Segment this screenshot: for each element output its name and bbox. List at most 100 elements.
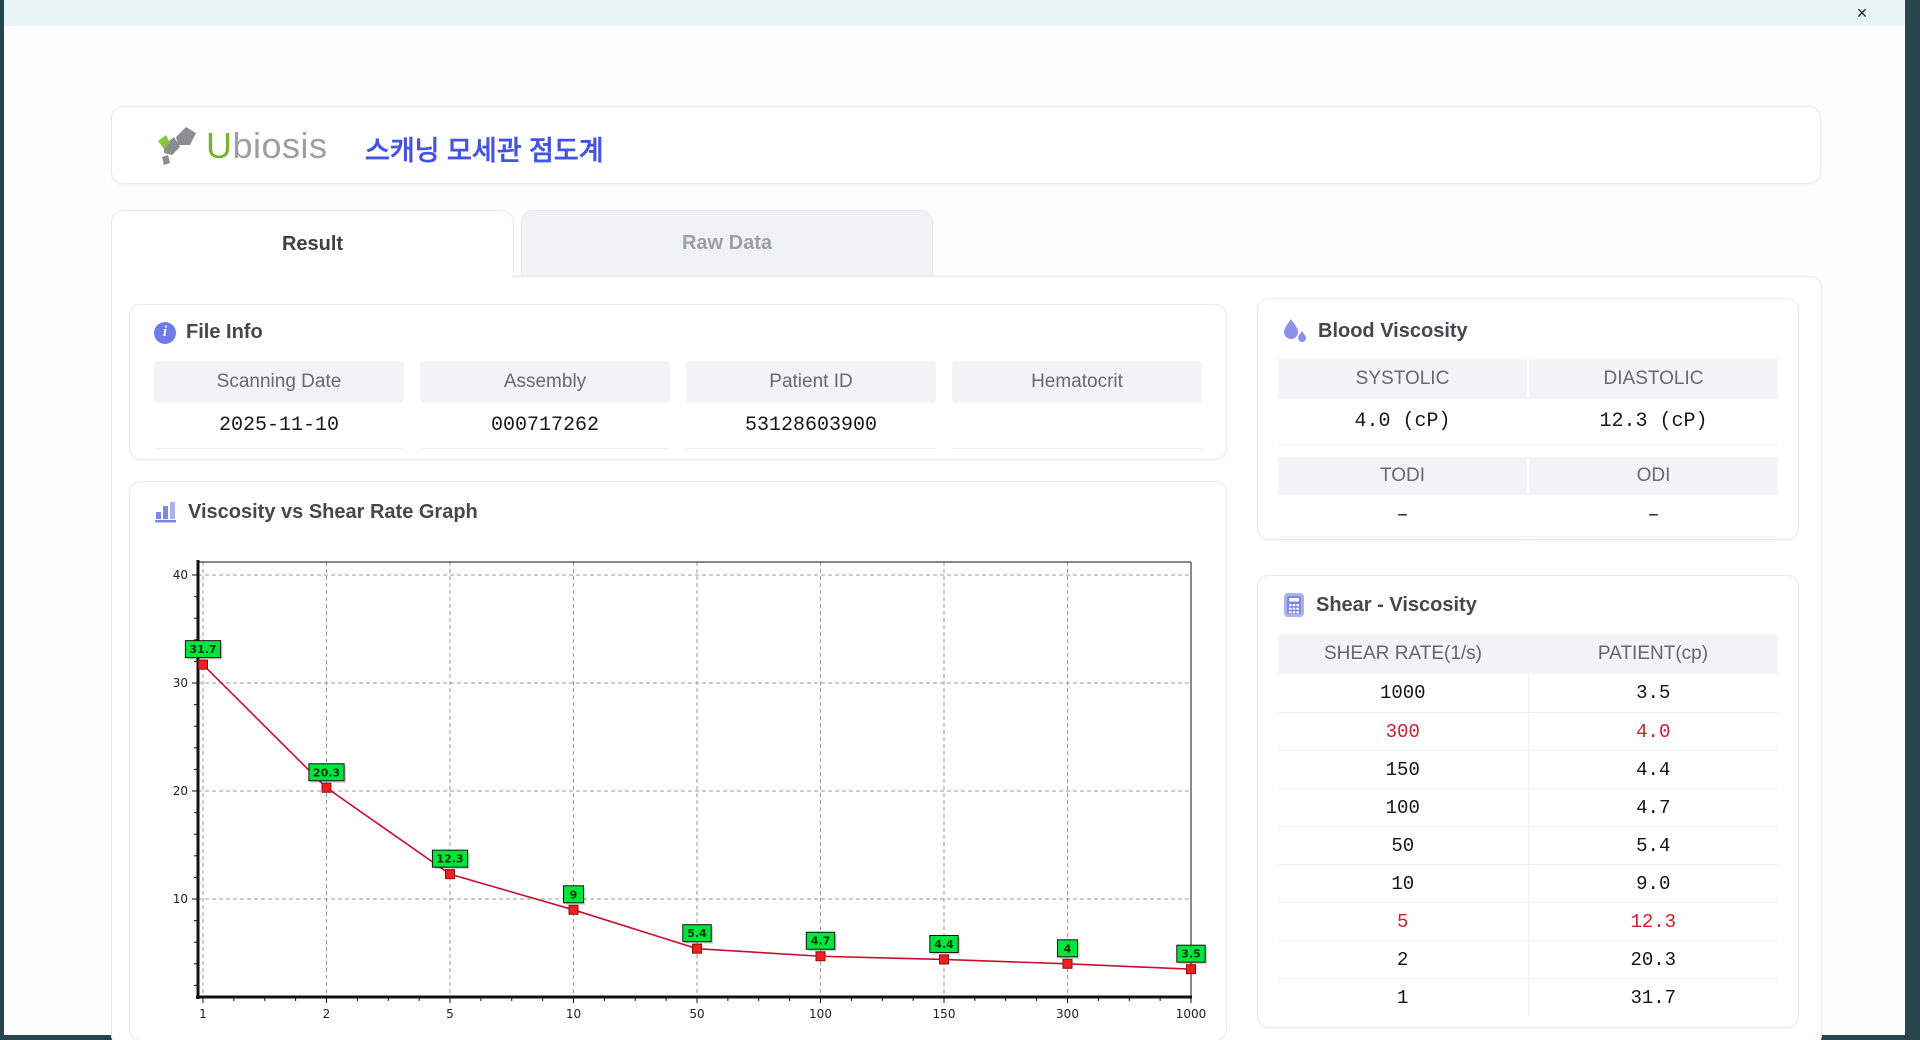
- info-icon: i: [154, 321, 176, 344]
- page-title: 스캐닝 모세관 점도계: [365, 136, 604, 166]
- app-logo: Ubiosis: [156, 121, 328, 171]
- close-icon[interactable]: ×: [1851, 2, 1873, 24]
- cell-patient: 5.4: [1527, 827, 1779, 864]
- file-info-field: Hematocrit: [952, 361, 1202, 449]
- svg-text:300: 300: [1056, 1007, 1079, 1021]
- table-row: 1000 3.5: [1278, 674, 1778, 712]
- table-row: 2 20.3: [1278, 940, 1778, 978]
- metric-label: DIASTOLIC: [1529, 359, 1778, 399]
- table-row: 150 4.4: [1278, 750, 1778, 788]
- file-info-title: File Info: [186, 321, 263, 343]
- window-body: Ubiosis 스캐닝 모세관 점도계 Result Raw Data i Fi…: [4, 26, 1905, 1040]
- table-row: 1 31.7: [1278, 978, 1778, 1016]
- cell-shear-rate: 50: [1391, 834, 1415, 857]
- shear-table-body: 1000 3.5 300 4.0 150 4.4 100 4.7 50 5.4 10 9.0 5 12.3…: [1278, 674, 1778, 1016]
- cell-patient: 12.3: [1527, 903, 1779, 940]
- field-label: Patient ID: [686, 361, 936, 403]
- metric-label: TODI: [1278, 457, 1527, 495]
- cell-patient: 4.0: [1527, 713, 1779, 750]
- col-patient: PATIENT(cp): [1597, 643, 1709, 664]
- svg-text:4.4: 4.4: [934, 938, 954, 951]
- file-info-fields: Scanning Date 2025-11-10 Assembly 000717262…: [154, 361, 1202, 449]
- field-value: 53128603900: [686, 403, 936, 449]
- svg-text:20: 20: [173, 784, 188, 798]
- graph-title-row: Viscosity vs Shear Rate Graph: [154, 500, 478, 524]
- svg-text:31.7: 31.7: [189, 643, 216, 656]
- svg-text:4: 4: [1064, 942, 1072, 955]
- svg-text:150: 150: [933, 1007, 956, 1021]
- field-value: [952, 403, 1202, 449]
- table-row: 10 9.0: [1278, 864, 1778, 902]
- cell-shear-rate: 1000: [1379, 682, 1426, 704]
- tab-raw-data[interactable]: Raw Data: [521, 210, 933, 276]
- metric-label: ODI: [1529, 457, 1778, 495]
- cell-shear-rate: 2: [1397, 948, 1409, 971]
- metric-label: SYSTOLIC: [1278, 359, 1527, 399]
- shear-viscosity-title: Shear - Viscosity: [1316, 593, 1477, 616]
- svg-text:4.7: 4.7: [811, 935, 831, 948]
- metric-value: 12.3 (cP): [1529, 399, 1778, 445]
- blood-row1-values: 4.0 (cP) 12.3 (cP): [1278, 399, 1778, 445]
- cell-patient: 20.3: [1527, 941, 1779, 978]
- window-titlebar: ×: [4, 0, 1905, 26]
- svg-text:5: 5: [446, 1007, 454, 1021]
- tab-raw-data-label: Raw Data: [681, 232, 773, 254]
- svg-text:20.3: 20.3: [313, 766, 340, 779]
- graph-title: Viscosity vs Shear Rate Graph: [188, 500, 478, 523]
- table-row: 5 12.3: [1278, 902, 1778, 940]
- file-info-field: Scanning Date 2025-11-10: [154, 361, 404, 449]
- bar-chart-icon: [155, 502, 176, 523]
- blood-viscosity-title: Blood Viscosity: [1318, 319, 1468, 342]
- svg-text:40: 40: [173, 568, 188, 582]
- viscosity-graph-card: Viscosity vs Shear Rate Graph 1 2 5 10 50 100…: [129, 481, 1227, 1040]
- cell-patient: 3.5: [1527, 674, 1779, 712]
- ubiosis-leaf-icon: [158, 127, 196, 165]
- svg-text:9: 9: [570, 888, 578, 901]
- field-label: Hematocrit: [952, 361, 1202, 403]
- file-info-field: Assembly 000717262: [420, 361, 670, 449]
- calculator-icon: [1284, 593, 1304, 617]
- svg-text:12.3: 12.3: [436, 853, 463, 866]
- metric-value: 4.0 (cP): [1278, 399, 1527, 445]
- blood-row2-headers: TODI ODI: [1278, 457, 1778, 495]
- cell-shear-rate: 300: [1385, 720, 1420, 743]
- blood-viscosity-card: Blood Viscosity SYSTOLIC DIASTOLIC 4.0 (c…: [1257, 298, 1799, 540]
- cell-patient: 31.7: [1527, 979, 1779, 1016]
- metric-value: –: [1529, 495, 1778, 537]
- blood-drops-icon: [1284, 319, 1306, 342]
- cell-patient: 4.4: [1527, 751, 1779, 788]
- col-shear-rate: SHEAR RATE(1/s): [1323, 643, 1482, 664]
- metric-value: –: [1278, 495, 1527, 537]
- cell-shear-rate: 150: [1385, 758, 1420, 781]
- logo-text: Ubiosis: [206, 125, 328, 167]
- table-row: 100 4.7: [1278, 788, 1778, 826]
- cell-patient: 4.7: [1527, 789, 1779, 826]
- svg-text:10: 10: [173, 892, 188, 906]
- cell-patient: 9.0: [1527, 865, 1779, 902]
- viscosity-chart: 1 2 5 10 50 100 150 300 1000 10 20 30 40 31.7 20.3 12.3…: [173, 560, 1208, 1021]
- logo-u: U: [206, 125, 233, 166]
- file-info-card: i File Info Scanning Date 2025-11-10 Assem…: [129, 304, 1227, 460]
- table-row: 300 4.0: [1278, 712, 1778, 750]
- field-label: Assembly: [420, 361, 670, 403]
- field-value: 2025-11-10: [154, 403, 404, 449]
- blood-title-row: Blood Viscosity: [1282, 317, 1468, 345]
- svg-text:10: 10: [566, 1007, 581, 1021]
- field-value: 000717262: [420, 403, 670, 449]
- tab-result-label: Result: [281, 233, 344, 255]
- svg-text:2: 2: [323, 1007, 331, 1021]
- blood-row2-values: – –: [1278, 495, 1778, 537]
- shear-table-header: SHEAR RATE(1/s) PATIENT(cp): [1278, 634, 1778, 674]
- svg-text:50: 50: [689, 1007, 704, 1021]
- field-label: Scanning Date: [154, 361, 404, 403]
- cell-shear-rate: 10: [1391, 872, 1415, 895]
- file-info-title-row: i File Info: [154, 321, 263, 344]
- cell-shear-rate: 1: [1397, 986, 1409, 1009]
- svg-text:1000: 1000: [1176, 1007, 1207, 1021]
- logo-rest: biosis: [232, 125, 328, 166]
- cell-shear-rate: 5: [1397, 910, 1409, 933]
- tab-result[interactable]: Result: [111, 210, 514, 278]
- svg-text:100: 100: [809, 1007, 832, 1021]
- blood-row1-headers: SYSTOLIC DIASTOLIC: [1278, 359, 1778, 399]
- shear-viscosity-table: SHEAR RATE(1/s) PATIENT(cp) 1000 3.5 300 4.…: [1278, 634, 1778, 1016]
